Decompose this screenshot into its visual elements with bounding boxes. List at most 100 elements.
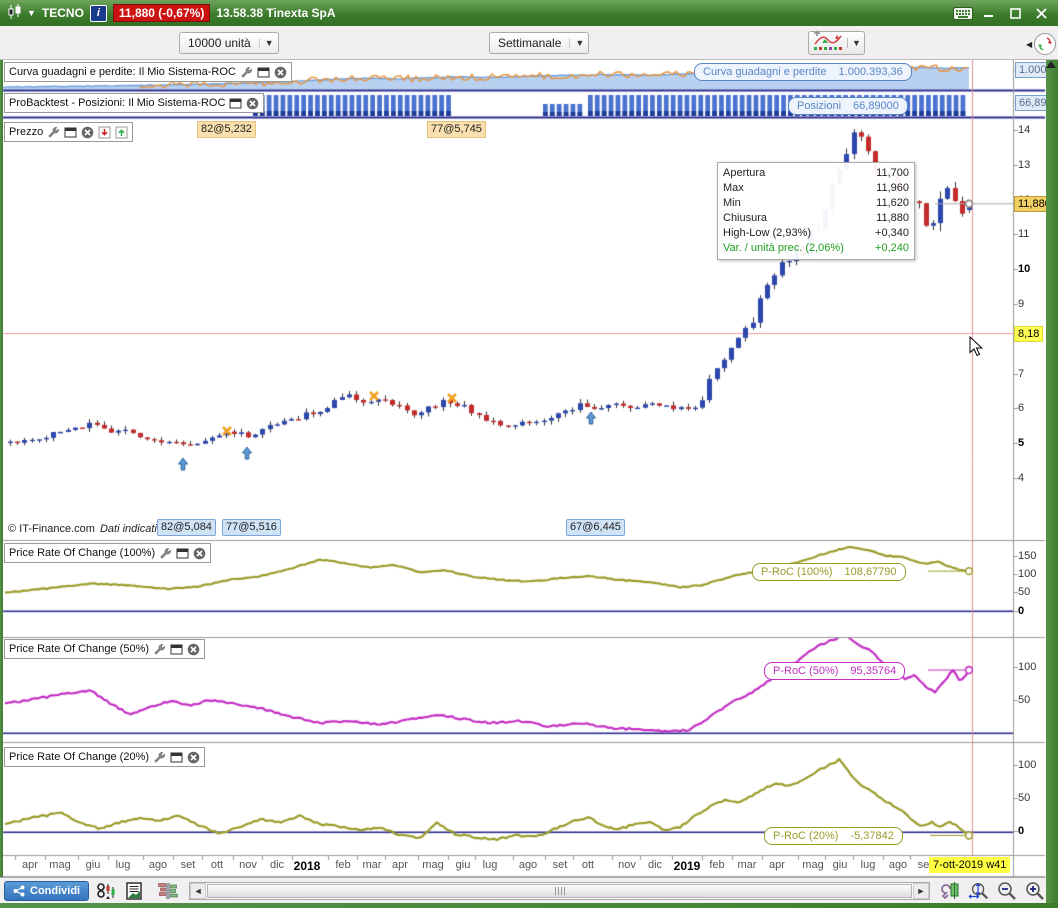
tooltip-label: Var. / unità prec. (2,06%) xyxy=(723,242,844,254)
panel-header-positions: ProBacktest - Posizioni: Il Mio Sistema-… xyxy=(4,93,265,113)
month-label-mar: mar xyxy=(362,859,382,871)
month-label-ago: ago xyxy=(888,859,908,871)
tooltip-value: 11,620 xyxy=(876,197,909,209)
series-label-value: -5,37842 xyxy=(850,830,894,842)
close-icon[interactable] xyxy=(193,547,206,560)
export-down-icon[interactable] xyxy=(98,126,111,139)
month-label-set: set xyxy=(180,859,196,871)
series-label-value: 95,35764 xyxy=(850,665,897,677)
orderbook-icon[interactable] xyxy=(157,881,179,901)
window-icon[interactable] xyxy=(170,752,183,763)
month-label-nov: nov xyxy=(239,859,257,871)
price-axis-tick-13: 13 xyxy=(1018,159,1031,171)
window-icon[interactable] xyxy=(229,98,242,109)
series-label-value: 108,67790 xyxy=(844,566,897,578)
close-icon[interactable] xyxy=(187,643,200,656)
panel-title: Price Rate Of Change (100%) xyxy=(9,547,156,559)
candlestick-logo-icon xyxy=(8,3,21,23)
price-axis-tick-14: 14 xyxy=(1018,124,1031,136)
maximize-button[interactable] xyxy=(1004,4,1026,22)
month-label-giu: giu xyxy=(85,859,101,871)
price-axis-tick-6: 6 xyxy=(1018,402,1025,414)
close-icon[interactable] xyxy=(81,126,94,139)
chevron-down-icon: ▼ xyxy=(258,38,274,48)
close-icon[interactable] xyxy=(246,97,259,110)
wrench-icon[interactable] xyxy=(240,66,253,79)
collapse-left-icon[interactable]: ◀ xyxy=(1026,40,1032,49)
keyboard-icon[interactable] xyxy=(952,4,974,22)
scrollbar-thumb[interactable] xyxy=(207,883,912,898)
month-label-ago: ago xyxy=(518,859,538,871)
scroll-left-arrow[interactable]: ◄ xyxy=(190,882,207,899)
month-label-ago: ago xyxy=(148,859,168,871)
close-icon[interactable] xyxy=(187,751,200,764)
zoom-fit-icon[interactable] xyxy=(968,881,990,901)
window-icon[interactable] xyxy=(170,644,183,655)
tooltip-value: +0,340 xyxy=(875,227,909,239)
panel-title: Curva guadagni e perdite: Il Mio Sistema… xyxy=(9,66,236,78)
buy-trade-label: 67@6,445 xyxy=(566,519,625,536)
timeframe-dropdown[interactable]: Settimanale ▼ xyxy=(489,32,590,54)
roc20-axis-tick-0: 0 xyxy=(1018,825,1025,837)
close-window-button[interactable] xyxy=(1030,4,1052,22)
refresh-compare-button[interactable] xyxy=(1034,33,1056,55)
month-label-mar: mar xyxy=(737,859,757,871)
series-label-1: Posizioni 66,89000 xyxy=(788,97,908,115)
wrench-icon[interactable] xyxy=(153,643,166,656)
tooltip-label: Apertura xyxy=(723,167,766,179)
linked-instrument-icon[interactable] xyxy=(95,881,117,901)
buy-trade-label: 77@5,516 xyxy=(222,519,281,536)
price-axis-tick-7: 7 xyxy=(1018,368,1025,380)
chart-canvas[interactable] xyxy=(0,0,1058,908)
window-icon[interactable] xyxy=(176,548,189,559)
window-icon[interactable] xyxy=(257,67,270,78)
mouse-cursor xyxy=(969,336,984,357)
month-label-apr: apr xyxy=(22,859,38,871)
chart-settings-icon[interactable] xyxy=(940,881,962,901)
series-label-name: P-RoC (100%) xyxy=(761,566,833,578)
series-label-value: 1.000.393,36 xyxy=(838,66,903,78)
zoom-in-icon[interactable] xyxy=(1024,881,1046,901)
tooltip-value: 11,700 xyxy=(876,167,909,179)
roc50-axis-tick-50: 50 xyxy=(1018,694,1031,706)
month-label-lug: lug xyxy=(482,859,498,871)
wrench-icon[interactable] xyxy=(47,126,60,139)
horizontal-scrollbar[interactable]: ◄ ► xyxy=(189,881,930,900)
scroll-right-arrow[interactable]: ► xyxy=(913,882,929,899)
panel-title: Prezzo xyxy=(9,126,44,138)
month-label-ott: ott xyxy=(581,859,595,871)
roc100-axis-tick-100: 100 xyxy=(1018,568,1037,580)
chart-style-button[interactable]: ▼ xyxy=(808,30,865,55)
series-label-3: P-RoC (50%) 95,35764 xyxy=(764,662,906,680)
series-label-name: Curva guadagni e perdite xyxy=(703,66,827,78)
tooltip-row: Chiusura 11,880 xyxy=(723,211,909,226)
price-axis-tick-4: 4 xyxy=(1018,472,1025,484)
info-icon[interactable]: i xyxy=(89,4,107,22)
month-label-apr: apr xyxy=(769,859,785,871)
export-up-icon[interactable] xyxy=(115,126,128,139)
month-label-set: set xyxy=(552,859,568,871)
month-label-mag: mag xyxy=(49,859,71,871)
month-label-ott: ott xyxy=(210,859,224,871)
bottom-toolbar: Condividi ◄ ► xyxy=(0,877,1046,903)
window-border-bottom xyxy=(0,903,1058,908)
symbol-dropdown-caret-icon[interactable]: ▼ xyxy=(27,8,36,18)
series-label-2: P-RoC (100%) 108,67790 xyxy=(752,563,906,581)
wrench-icon[interactable] xyxy=(159,547,172,560)
panel-title: Price Rate Of Change (50%) xyxy=(9,643,150,655)
close-icon[interactable] xyxy=(274,66,287,79)
chevron-down-icon: ▼ xyxy=(569,38,584,48)
roc100-axis-tick-0: 0 xyxy=(1018,605,1025,617)
month-label-giu: giu xyxy=(455,859,471,871)
window-icon[interactable] xyxy=(64,127,77,138)
wrench-icon[interactable] xyxy=(153,751,166,764)
scroll-up-arrow-icon[interactable] xyxy=(1046,61,1056,68)
tooltip-value: 11,880 xyxy=(876,212,909,224)
zoom-out-icon[interactable] xyxy=(996,881,1018,901)
indicative-data-text: Dati indicativi xyxy=(99,523,165,535)
minimize-button[interactable] xyxy=(978,4,1000,22)
news-icon[interactable] xyxy=(123,881,145,901)
month-label-lug: lug xyxy=(860,859,876,871)
units-dropdown[interactable]: 10000 unità ▼ xyxy=(179,32,279,54)
share-button[interactable]: Condividi xyxy=(4,880,90,901)
